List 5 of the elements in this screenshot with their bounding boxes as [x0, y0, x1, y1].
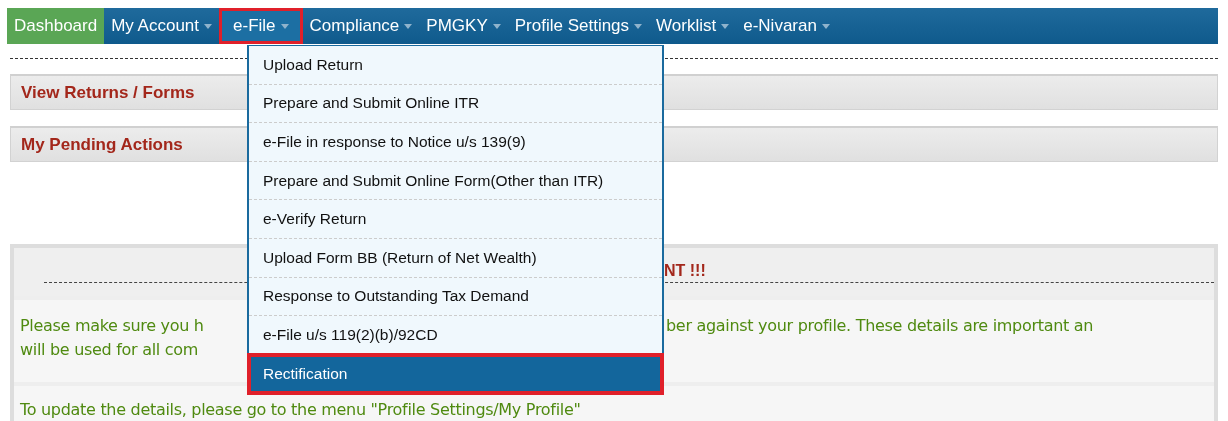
- notice-message: Please make sure you h: [20, 315, 204, 337]
- update-instruction: To update the details, please go to the menu "Profile Settings/My Profile": [20, 400, 581, 419]
- notice-message: will be used for all com: [20, 339, 198, 361]
- notice-title: NT !!!: [664, 262, 706, 280]
- notice-message: ber against your profile. These details are important an: [666, 315, 1094, 337]
